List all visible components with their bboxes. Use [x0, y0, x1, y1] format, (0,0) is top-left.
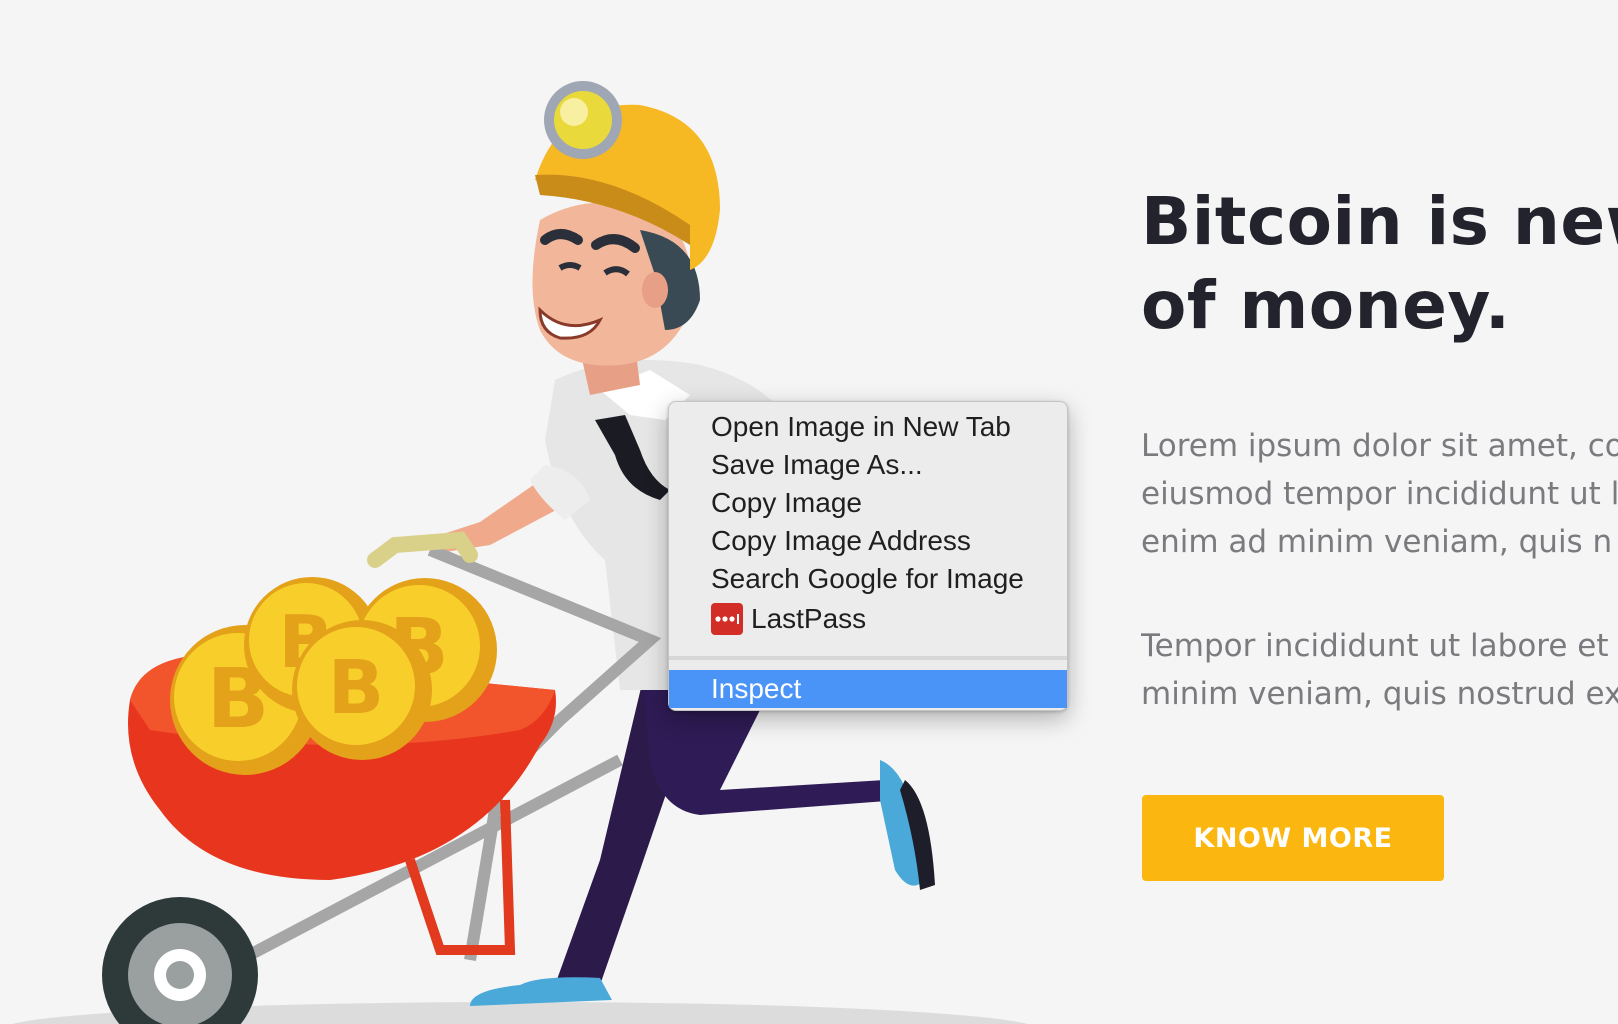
hero-title-line-2: of money. — [1141, 267, 1511, 344]
paragraph-1-line-2: eiusmod tempor incididunt ut l — [1141, 476, 1618, 512]
wheelbarrow-wheel — [102, 897, 258, 1024]
left-eye — [558, 262, 582, 271]
menu-item-lastpass[interactable]: LastPass — [669, 598, 1067, 640]
context-menu: Open Image in New Tab Save Image As... C… — [668, 401, 1068, 711]
hero-text-block: Bitcoin is new of money. Lorem ipsum dol… — [1141, 180, 1618, 718]
menu-item-search-google-image[interactable]: Search Google for Image — [669, 560, 1067, 598]
paragraph-1-line-3: enim ad minim veniam, quis n — [1141, 524, 1613, 560]
lastpass-label: LastPass — [751, 603, 867, 634]
ear — [642, 272, 668, 308]
webpage: B B B B Bitcoin is new of money. Lorem i… — [0, 0, 1618, 1024]
know-more-button[interactable]: KNOW MORE — [1142, 795, 1444, 881]
menu-item-save-image-as[interactable]: Save Image As... — [669, 446, 1067, 484]
menu-item-inspect[interactable]: Inspect — [669, 670, 1067, 708]
paragraph-1-line-1: Lorem ipsum dolor sit amet, co — [1141, 428, 1618, 464]
lastpass-icon — [711, 603, 743, 635]
left-brow — [540, 229, 583, 245]
menu-item-copy-image-address[interactable]: Copy Image Address — [669, 522, 1067, 560]
hero-title: Bitcoin is new of money. — [1141, 180, 1618, 348]
hero-paragraph-1: Lorem ipsum dolor sit amet, co eiusmod t… — [1141, 422, 1618, 566]
svg-text:B: B — [328, 645, 384, 731]
menu-separator — [669, 656, 1067, 660]
menu-item-open-image-new-tab[interactable]: Open Image in New Tab — [669, 408, 1067, 446]
paragraph-2-line-2: minim veniam, quis nostrud ex — [1141, 676, 1618, 712]
coin-4: B — [292, 620, 432, 760]
menu-item-copy-image[interactable]: Copy Image — [669, 484, 1067, 522]
hero-paragraph-2: Tempor incididunt ut labore et minim ven… — [1141, 622, 1618, 718]
back-shoe — [470, 977, 612, 1006]
paragraph-2-line-1: Tempor incididunt ut labore et — [1141, 628, 1609, 664]
lamp-shine — [560, 98, 588, 126]
hero-title-line-1: Bitcoin is new — [1141, 183, 1618, 260]
